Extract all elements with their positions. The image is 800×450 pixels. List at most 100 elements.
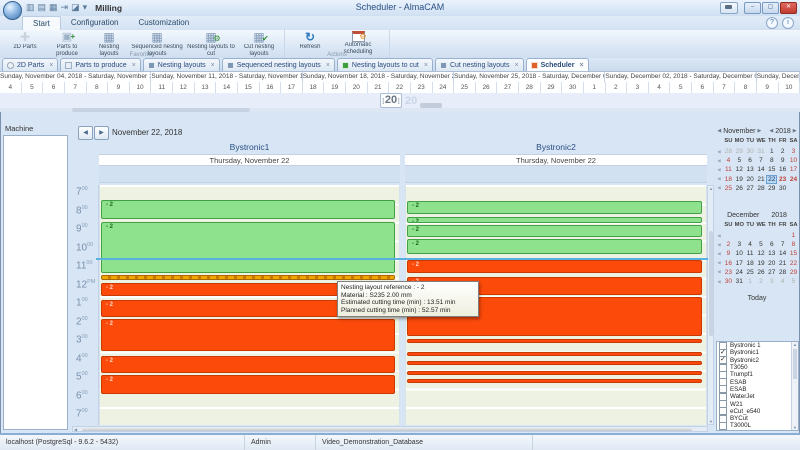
day-header-cell[interactable]: 9 (757, 82, 779, 93)
calendar-day-cell[interactable]: 12 (734, 165, 745, 174)
day-header-cell[interactable]: 27 (497, 82, 519, 93)
day-header-cell[interactable]: 25 (454, 82, 476, 93)
ribbon-button-2d-parts[interactable]: 2D Parts (4, 31, 46, 51)
calendar-day-cell[interactable]: 13 (766, 249, 777, 258)
calendar-day-cell[interactable]: 6 (745, 156, 756, 165)
calendar-day-cell[interactable]: 2 (723, 240, 734, 249)
calendar-day-cell[interactable]: 31 (756, 147, 767, 156)
close-icon[interactable]: × (424, 62, 428, 69)
calendar-day-cell[interactable]: 30 (723, 277, 734, 286)
nesting-block-red[interactable]: - 2 (101, 375, 395, 394)
calendar-day-cell[interactable]: 1 (766, 147, 777, 156)
calendar-day-cell[interactable]: 19 (756, 259, 767, 268)
tab-nesting-layouts[interactable]: Nesting layouts× (143, 58, 220, 71)
day-header-cell[interactable]: 7 (65, 82, 87, 93)
close-icon[interactable]: × (579, 62, 583, 69)
machine-list-item[interactable]: BYCut (717, 415, 798, 422)
machine-list-item[interactable]: Trumpf1 (717, 371, 798, 378)
close-icon[interactable]: × (132, 62, 136, 69)
day-header-cell[interactable]: 13 (195, 82, 217, 93)
key-button[interactable] (720, 2, 738, 14)
day-header-cell[interactable]: 12 (173, 82, 195, 93)
ribbon-tab-start[interactable]: Start (22, 16, 61, 30)
day-header-cell[interactable]: 19 (324, 82, 346, 93)
scroll-down-icon[interactable]: ▼ (708, 419, 714, 424)
close-button[interactable]: ✕ (780, 2, 797, 14)
day-header-cell[interactable]: 6 (692, 82, 714, 93)
calendar-day-cell[interactable]: 22 (766, 175, 777, 184)
calendar-day-cell[interactable]: 25 (723, 184, 734, 193)
day-header-cell[interactable]: 17 (281, 82, 303, 93)
calendar-day-cell[interactable]: 20 (766, 259, 777, 268)
calendar-day-cell[interactable]: 14 (756, 165, 767, 174)
machine-list-item[interactable]: T3050 (717, 364, 798, 371)
day-header-cell[interactable]: 8 (87, 82, 109, 93)
machine-list-item[interactable]: ESAB (717, 378, 798, 385)
nesting-block-green[interactable]: - 2 (101, 222, 395, 273)
calendar-day-cell[interactable]: 30 (777, 184, 788, 193)
tab-2d-parts[interactable]: 2D Parts× (2, 58, 58, 71)
calendar-day-cell[interactable]: 24 (734, 268, 745, 277)
calendar-day-cell[interactable]: 30 (745, 147, 756, 156)
week-select-icon[interactable]: ◀ (715, 233, 723, 239)
week-select-icon[interactable]: ◀ (715, 251, 723, 257)
week-select-icon[interactable]: ◀ (715, 149, 723, 155)
machine-column-header[interactable]: Bystronic1 (99, 141, 400, 154)
machine-list-item[interactable]: Bystronic2 (717, 357, 798, 364)
info-icon[interactable]: i (782, 17, 794, 29)
ribbon-tab-customization[interactable]: Customization (129, 16, 200, 30)
calendar-day-cell[interactable]: 10 (734, 249, 745, 258)
calendar-day-cell[interactable]: 2 (777, 147, 788, 156)
machine-list-scrollbar[interactable]: ▲ ▼ (791, 342, 798, 430)
close-icon[interactable]: × (326, 62, 330, 69)
calendar-day-cell[interactable]: 7 (756, 156, 767, 165)
grid-vscroll-thumb[interactable] (709, 231, 713, 336)
calendar-day-cell[interactable]: 1 (745, 277, 756, 286)
nesting-block-green[interactable]: - 2 (101, 200, 395, 219)
calendar-day-cell[interactable]: 9 (723, 249, 734, 258)
calendar-day-cell[interactable]: 5 (734, 156, 745, 165)
calendar-day-cell[interactable]: 7 (777, 240, 788, 249)
nesting-block-green[interactable]: - 2 (407, 225, 702, 237)
calendar-day-cell[interactable]: 26 (734, 184, 745, 193)
calendar-day-cell[interactable]: 15 (766, 165, 777, 174)
calendar-day-cell[interactable]: 18 (723, 175, 734, 184)
nesting-block-strip[interactable] (101, 275, 395, 280)
tab-sequenced-nesting-layouts[interactable]: Sequenced nesting layouts× (222, 58, 335, 71)
nesting-block-red[interactable] (407, 361, 702, 365)
day-header-cell[interactable]: 6 (43, 82, 65, 93)
week-select-icon[interactable]: ◀ (715, 167, 723, 173)
previous-day-button[interactable]: ◀ (78, 126, 93, 140)
calendar-day-cell[interactable]: 31 (734, 277, 745, 286)
calendar-year-label[interactable]: 2018 (775, 128, 791, 135)
nesting-block-red[interactable] (407, 352, 702, 356)
nesting-block-red[interactable] (407, 339, 702, 343)
close-icon[interactable]: × (514, 62, 518, 69)
calendar-day-cell[interactable]: 28 (777, 268, 788, 277)
nesting-block-red[interactable] (407, 371, 702, 375)
scroll-left-icon[interactable]: ◀ (74, 427, 77, 432)
day-header-cell[interactable]: 28 (519, 82, 541, 93)
day-header-cell[interactable]: 30 (562, 82, 584, 93)
tab-scheduler[interactable]: Scheduler× (526, 58, 589, 71)
next-month-icon[interactable]: ▶ (758, 128, 762, 134)
machine-list-item[interactable]: Bystronic1 (717, 349, 798, 356)
calendar-day-cell[interactable]: 26 (756, 268, 767, 277)
grid-horizontal-scrollbar[interactable]: ◀ (72, 426, 708, 432)
calendar-day-cell[interactable]: 28 (723, 147, 734, 156)
close-icon[interactable]: × (49, 62, 53, 69)
machine-checkbox[interactable] (719, 422, 727, 430)
calendar-day-cell[interactable]: 5 (756, 240, 767, 249)
day-header-cell[interactable]: 16 (260, 82, 282, 93)
calendar-day-cell[interactable]: 28 (756, 184, 767, 193)
machine-list-item[interactable]: W21 (717, 400, 798, 407)
calendar-day-cell[interactable]: 8 (766, 156, 777, 165)
tab-parts-to-produce[interactable]: Parts to produce× (60, 58, 140, 71)
calendar-day-cell[interactable]: 29 (734, 147, 745, 156)
grid-vertical-scrollbar[interactable]: ▲ ▼ (707, 185, 714, 425)
day-header-cell[interactable]: 15 (238, 82, 260, 93)
week-select-icon[interactable]: ◀ (715, 260, 723, 266)
day-header-cell[interactable]: 7 (714, 82, 736, 93)
day-header-cell[interactable]: 22 (389, 82, 411, 93)
day-header-cell[interactable]: 10 (779, 82, 800, 93)
